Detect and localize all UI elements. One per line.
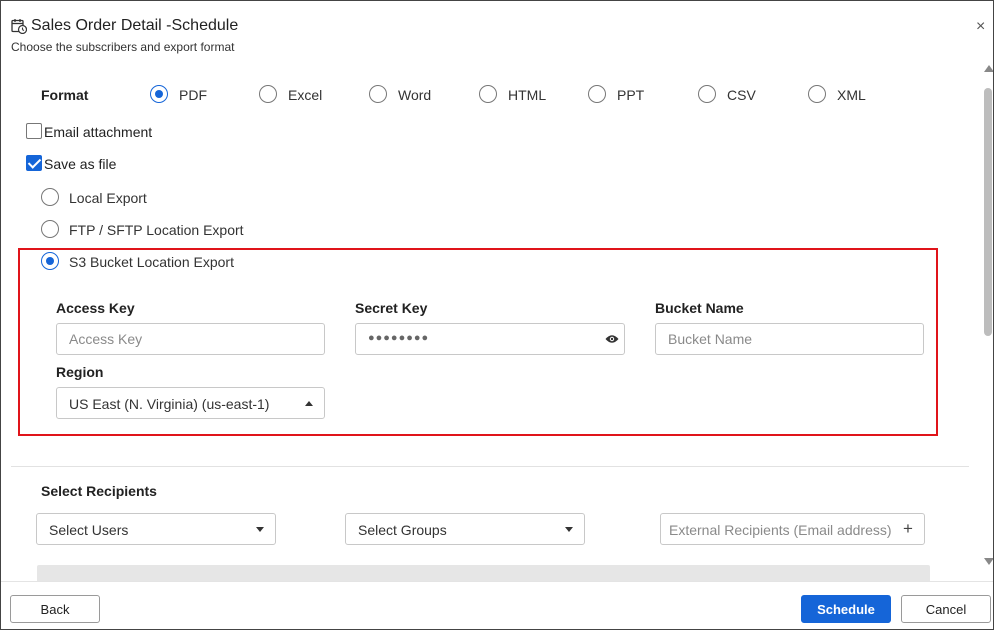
bucket-name-input[interactable]	[655, 323, 924, 355]
save-as-file-checkbox[interactable]	[26, 155, 42, 171]
format-option-label: PPT	[617, 87, 645, 103]
cancel-button[interactable]: Cancel	[901, 595, 991, 623]
format-radio-excel[interactable]	[259, 85, 277, 103]
ftp-export-radio[interactable]	[41, 220, 59, 238]
select-recipients-label: Select Recipients	[41, 483, 157, 499]
format-radio-ppt[interactable]	[588, 85, 606, 103]
bucket-name-label: Bucket Name	[655, 300, 744, 316]
local-export-radio[interactable]	[41, 188, 59, 206]
export-option-label: S3 Bucket Location Export	[69, 254, 234, 270]
save-as-file-label: Save as file	[44, 156, 117, 172]
format-label: Format	[41, 87, 89, 103]
format-radio-html[interactable]	[479, 85, 497, 103]
eye-icon[interactable]	[605, 334, 619, 344]
region-label: Region	[56, 364, 104, 380]
export-option-label: Local Export	[69, 190, 147, 206]
format-option-label: Word	[398, 87, 432, 103]
secret-key-masked-value: ●●●●●●●●	[368, 332, 430, 344]
vertical-scrollbar[interactable]	[983, 61, 993, 581]
select-groups-placeholder: Select Groups	[358, 522, 447, 538]
scroll-up-icon[interactable]	[984, 65, 993, 72]
region-selected-value: US East (N. Virginia) (us-east-1)	[69, 396, 270, 412]
format-option-label: PDF	[179, 87, 207, 103]
email-attachment-label: Email attachment	[44, 124, 153, 140]
dialog-header: Sales Order Detail -Schedule Choose the …	[1, 1, 993, 61]
secret-key-input[interactable]: ●●●●●●●●	[355, 323, 625, 355]
select-users-placeholder: Select Users	[49, 522, 129, 538]
format-option-label: HTML	[508, 87, 547, 103]
format-option-label: CSV	[727, 87, 756, 103]
email-attachment-checkbox[interactable]	[26, 123, 42, 139]
s3-export-radio[interactable]	[41, 252, 59, 270]
format-radio-word[interactable]	[369, 85, 387, 103]
external-recipients-placeholder: External Recipients (Email address)	[669, 522, 892, 538]
recipients-list-header	[37, 565, 930, 581]
schedule-dialog: Sales Order Detail -Schedule Choose the …	[0, 0, 994, 630]
format-option-label: XML	[837, 87, 866, 103]
dialog-subtitle: Choose the subscribers and export format	[11, 40, 235, 54]
caret-up-icon	[305, 401, 313, 406]
select-users-dropdown[interactable]: Select Users	[36, 513, 276, 545]
export-option-label: FTP / SFTP Location Export	[69, 222, 244, 238]
dialog-title: Sales Order Detail -Schedule	[31, 17, 239, 34]
format-radio-csv[interactable]	[698, 85, 716, 103]
external-recipients-input[interactable]: External Recipients (Email address) +	[660, 513, 925, 545]
select-groups-dropdown[interactable]: Select Groups	[345, 513, 585, 545]
calendar-clock-icon	[11, 19, 27, 34]
chevron-down-icon	[256, 527, 264, 532]
dialog-content: Format PDF Excel Word HTML PPT CSV XML E…	[1, 61, 983, 581]
schedule-button[interactable]: Schedule	[801, 595, 891, 623]
secret-key-label: Secret Key	[355, 300, 428, 316]
region-select[interactable]: US East (N. Virginia) (us-east-1)	[56, 387, 325, 419]
format-radio-xml[interactable]	[808, 85, 826, 103]
close-icon[interactable]: ×	[976, 19, 985, 35]
format-option-label: Excel	[288, 87, 323, 103]
section-divider	[11, 466, 969, 467]
format-radio-pdf[interactable]	[150, 85, 168, 103]
access-key-input[interactable]	[56, 323, 325, 355]
back-button[interactable]: Back	[10, 595, 100, 623]
scroll-thumb[interactable]	[984, 88, 992, 336]
chevron-down-icon	[565, 527, 573, 532]
scroll-down-icon[interactable]	[984, 558, 993, 565]
access-key-label: Access Key	[56, 300, 135, 316]
add-recipient-icon[interactable]: +	[903, 520, 913, 537]
dialog-footer: Back Schedule Cancel	[1, 581, 993, 629]
